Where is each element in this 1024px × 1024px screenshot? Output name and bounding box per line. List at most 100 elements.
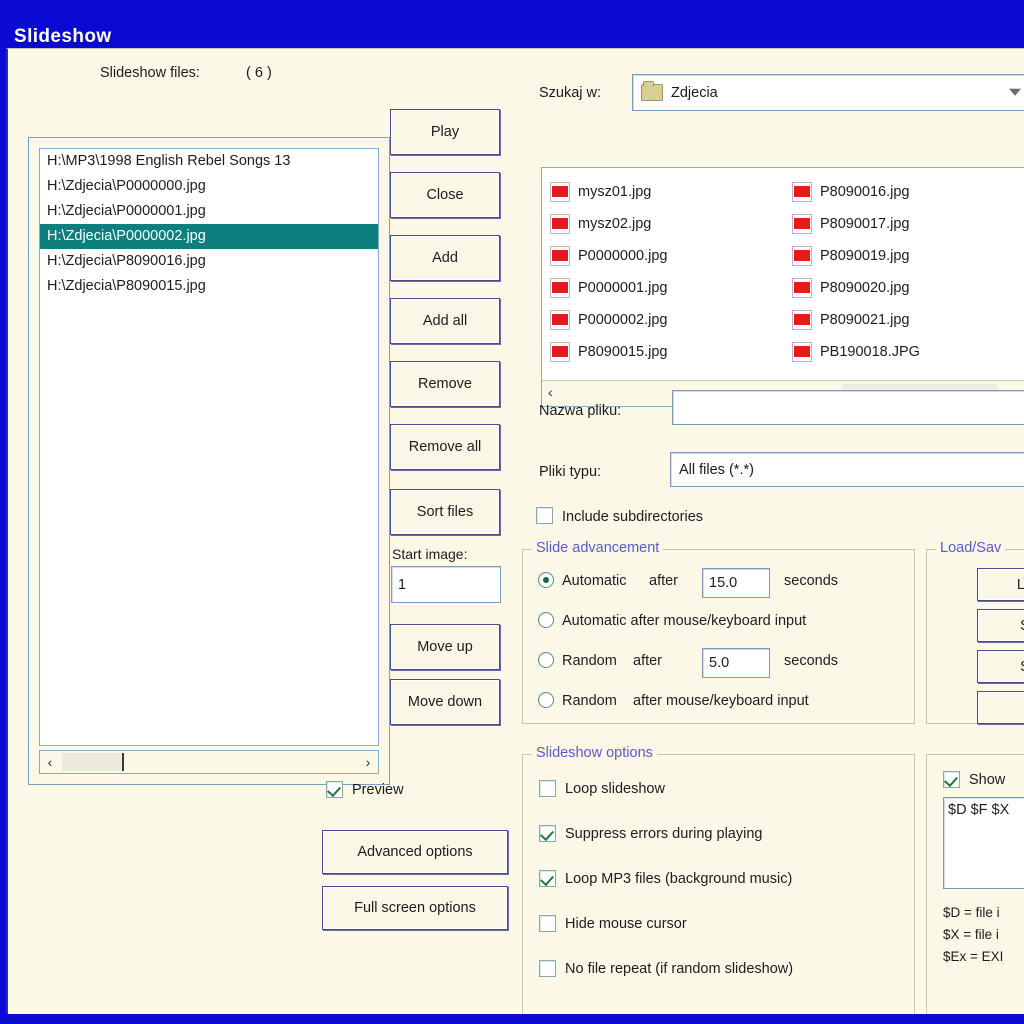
no-file-repeat-checkbox[interactable] [539, 960, 556, 977]
load-button[interactable]: Lo [977, 568, 1024, 601]
look-in-value: Zdjecia [671, 84, 718, 101]
file-type-label: Pliki typu: [539, 464, 602, 480]
jpg-file-icon [550, 342, 570, 362]
list-item[interactable]: H:\MP3\1998 English Rebel Songs 13 [40, 149, 378, 174]
slideshow-files-label: Slideshow files: [100, 65, 200, 81]
loop-mp3-label: Loop MP3 files (background music) [565, 871, 793, 887]
random-seconds-unit: seconds [784, 653, 839, 669]
load-save-title: Load/Sav [936, 540, 1006, 556]
scroll-right-icon[interactable]: › [358, 754, 378, 770]
radio-automatic-after-seconds[interactable] [538, 572, 554, 588]
list-item[interactable]: P8090021.jpg [792, 304, 1022, 336]
close-button[interactable]: Close [390, 172, 500, 218]
radio-random-after-seconds[interactable] [538, 652, 554, 668]
random-seconds-input[interactable]: 5.0 [702, 648, 770, 678]
suppress-errors-checkbox[interactable] [539, 825, 556, 842]
window-titlebar[interactable]: Slideshow [0, 8, 1024, 47]
remove-button[interactable]: Remove [390, 361, 500, 407]
loop-mp3-checkbox[interactable] [539, 870, 556, 887]
automatic-after-word: after [649, 573, 679, 589]
move-up-button[interactable]: Move up [390, 624, 500, 670]
jpg-file-icon [550, 246, 570, 266]
save-button[interactable]: S [977, 609, 1024, 642]
scroll-thumb[interactable] [62, 753, 124, 771]
start-image-input[interactable]: 1 [391, 566, 501, 603]
list-item[interactable]: P8090017.jpg [792, 208, 1022, 240]
file-name: PB190018.JPG [820, 344, 920, 360]
window-top-strip [0, 0, 1024, 8]
list-item[interactable]: P8090016.jpg [792, 176, 1022, 208]
list-item[interactable]: P8090020.jpg [792, 272, 1022, 304]
no-file-repeat-label: No file repeat (if random slideshow) [565, 961, 794, 977]
add-all-button[interactable]: Add all [390, 298, 500, 344]
show-text-input[interactable]: $D $F $X [943, 797, 1024, 889]
scroll-left-icon[interactable]: ‹ [40, 754, 60, 770]
list-item[interactable]: P8090019.jpg [792, 240, 1022, 272]
list-item[interactable]: mysz01.jpg [550, 176, 780, 208]
radio-automatic-after-input[interactable] [538, 612, 554, 628]
window-bottom-strip [0, 1014, 1024, 1024]
preview-label: Preview [352, 782, 404, 798]
sort-files-button[interactable]: Sort files [390, 489, 500, 535]
file-name: mysz01.jpg [578, 184, 652, 200]
list-item[interactable]: mysz02.jpg [550, 208, 780, 240]
list-item[interactable]: P0000001.jpg [550, 272, 780, 304]
file-browser-list[interactable]: mysz01.jpg mysz02.jpg P0000000.jpg P0000… [541, 167, 1024, 407]
look-in-combobox[interactable]: Zdjecia [632, 74, 1024, 111]
list-item[interactable]: H:\Zdjecia\P8090015.jpg [40, 274, 378, 299]
jpg-file-icon [550, 214, 570, 234]
file-column-2: P8090016.jpg P8090017.jpg P8090019.jpg P… [792, 176, 1022, 368]
list-item[interactable]: P8090015.jpg [550, 336, 780, 368]
list-item[interactable]: H:\Zdjecia\P0000000.jpg [40, 174, 378, 199]
save-as-button[interactable]: S [977, 650, 1024, 683]
random-after-word: after [633, 653, 663, 669]
start-image-label: Start image: [392, 546, 468, 562]
full-screen-options-button[interactable]: Full screen options [322, 886, 508, 930]
jpg-file-icon [550, 182, 570, 202]
file-name: P8090016.jpg [820, 184, 910, 200]
loop-slideshow-checkbox[interactable] [539, 780, 556, 797]
show-text-checkbox[interactable] [943, 771, 960, 788]
list-item[interactable]: H:\Zdjecia\P0000001.jpg [40, 199, 378, 224]
jpg-file-icon [550, 278, 570, 298]
list-item[interactable]: H:\Zdjecia\P8090016.jpg [40, 249, 378, 274]
jpg-file-icon [792, 182, 812, 202]
play-button[interactable]: Play [390, 109, 500, 155]
slideshow-files-listbox[interactable]: H:\MP3\1998 English Rebel Songs 13 H:\Zd… [39, 148, 379, 746]
load-save-group: Load/Sav Lo S S [926, 540, 1024, 724]
preview-checkbox[interactable] [326, 781, 343, 798]
automatic-seconds-input[interactable]: 15.0 [702, 568, 770, 598]
scroll-left-icon[interactable]: ‹ [548, 384, 553, 400]
random-after-input-word: after mouse/keyboard input [633, 693, 809, 709]
chevron-down-icon[interactable] [1009, 88, 1021, 96]
file-name: P0000002.jpg [578, 312, 668, 328]
slide-advancement-group: Slide advancement Automatic after 15.0 s… [522, 540, 915, 724]
add-button[interactable]: Add [390, 235, 500, 281]
radio-automatic-after-seconds-label: Automatic [562, 573, 627, 589]
legend-file-index: $X = file i [943, 927, 999, 942]
advanced-options-button[interactable]: Advanced options [322, 830, 508, 874]
include-subdirectories-checkbox[interactable] [536, 507, 553, 524]
legend-file-name: $D = file i [943, 905, 1000, 920]
include-subdirectories-label: Include subdirectories [562, 509, 704, 525]
list-item[interactable]: P0000000.jpg [550, 240, 780, 272]
file-type-combobox[interactable]: All files (*.*) [670, 452, 1024, 487]
suppress-errors-label: Suppress errors during playing [565, 826, 763, 842]
file-name-input[interactable] [672, 390, 1024, 425]
radio-random-after-seconds-label: Random [562, 653, 617, 669]
remove-all-button[interactable]: Remove all [390, 424, 500, 470]
list-item-selected[interactable]: H:\Zdjecia\P0000002.jpg [40, 224, 378, 249]
jpg-file-icon [792, 246, 812, 266]
slideshow-files-hscrollbar[interactable]: ‹ › [39, 750, 379, 774]
hide-mouse-cursor-checkbox[interactable] [539, 915, 556, 932]
extra-button[interactable] [977, 691, 1024, 724]
list-item[interactable]: P0000002.jpg [550, 304, 780, 336]
move-down-button[interactable]: Move down [390, 679, 500, 725]
list-item[interactable]: PB190018.JPG [792, 336, 1022, 368]
hide-mouse-cursor-label: Hide mouse cursor [565, 916, 687, 932]
jpg-file-icon [792, 214, 812, 234]
folder-icon [641, 81, 663, 101]
jpg-file-icon [792, 310, 812, 330]
file-name: P8090015.jpg [578, 344, 668, 360]
radio-random-after-input[interactable] [538, 692, 554, 708]
